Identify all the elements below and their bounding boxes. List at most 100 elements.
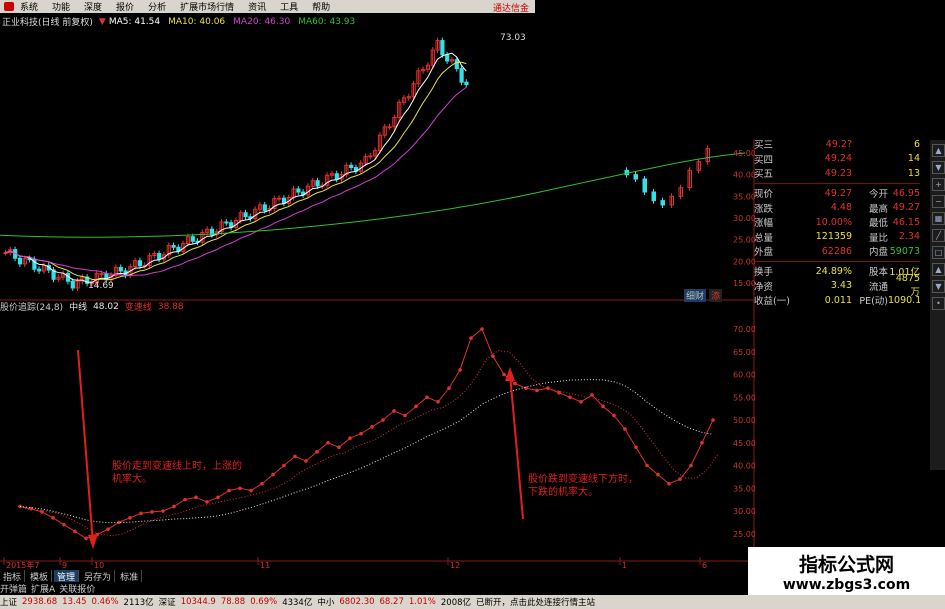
price-tick-label: 40.00 xyxy=(733,171,755,180)
price-trace-point xyxy=(227,488,231,493)
candle-body xyxy=(633,174,638,180)
sh-change: 13.45 xyxy=(62,597,87,607)
toolbar-up2-icon[interactable]: ▲ xyxy=(932,263,945,276)
quote-row-label: 涨幅 xyxy=(754,218,774,230)
price-trace-point xyxy=(194,495,198,500)
quote-row: 买四 49.24 14 xyxy=(754,152,920,167)
toolbar-minus-icon[interactable]: − xyxy=(932,195,945,208)
tab-standard[interactable]: 标准 xyxy=(117,570,143,583)
price-trace-point xyxy=(601,404,605,409)
tab-template[interactable]: 模板 xyxy=(27,570,53,583)
time-tick-label: 9 xyxy=(62,561,67,570)
toolbar-box-icon[interactable]: □ xyxy=(932,246,945,259)
quote-row-label: 收益(一) xyxy=(754,296,790,308)
menu-item-analysis[interactable]: 分析 xyxy=(148,0,166,13)
quote-row: 净资 3.43 流通 4875万 xyxy=(754,273,920,298)
toolbar-down-icon[interactable]: ▼ xyxy=(932,161,945,174)
connection-status[interactable]: 已断开，点击此处连接行情主站 xyxy=(476,596,595,608)
watermark: 指标公式网 www.zbgs3.com xyxy=(748,547,945,595)
price-trace-point xyxy=(612,413,616,418)
quote-fundamentals: 换手 24.89% 股本 1.01亿 净资 3.43 流通 4875万 收益(一) 0.011 PE… xyxy=(754,264,920,308)
finance-button[interactable]: 细财 xyxy=(684,289,707,302)
quote-row-label2: 内盘 xyxy=(868,247,888,259)
quote-row-label: 涨跌 xyxy=(754,203,774,215)
price-trace-point xyxy=(348,436,352,441)
sz-amount: 4334亿 xyxy=(282,598,313,608)
candle-body xyxy=(224,221,229,224)
indicator-tick-label: 25.00 xyxy=(733,530,755,539)
app-logo-icon xyxy=(4,2,14,11)
quote-row-value2: 49.27 xyxy=(892,202,920,214)
toolbar-up-icon[interactable]: ▲ xyxy=(932,144,945,157)
menu-item-quote[interactable]: 报价 xyxy=(116,0,134,13)
add-button[interactable]: 添 xyxy=(709,289,723,302)
brand-label: 通达信金 xyxy=(492,4,529,14)
down-arrow-icon: ▼ xyxy=(98,16,106,27)
price-trace-point xyxy=(590,393,594,397)
indicator-tick-label: 45.00 xyxy=(733,439,755,448)
price-trace-point xyxy=(161,509,165,513)
btn-open[interactable]: 开弹篇 xyxy=(0,582,27,595)
menu-item-ext-market[interactable]: 扩展市场行情 xyxy=(180,0,234,13)
price-trace-point xyxy=(634,445,638,450)
watermark-url: www.zbgs3.com xyxy=(782,576,911,593)
btn-ext-a[interactable]: 扩展A xyxy=(31,582,55,595)
annotation-right: 股价跌到变速线下方时，下跌的机率大。 xyxy=(528,474,638,498)
menu-item-help[interactable]: 帮助 xyxy=(312,0,330,13)
price-trace-point xyxy=(183,497,187,502)
candle-body xyxy=(387,126,392,129)
menu-bar: 系统 功能 深度 报价 分析 扩展市场行情 资讯 工具 帮助 通达信金 xyxy=(0,0,535,14)
toolbar-line-icon[interactable]: ╱ xyxy=(932,229,945,242)
time-tick-label: 12 xyxy=(450,561,460,570)
toolbar-down2-icon[interactable]: ▼ xyxy=(932,280,945,293)
btn-linked-quote[interactable]: 关联报价 xyxy=(59,582,95,595)
price-trace-point xyxy=(326,440,330,445)
candle-body xyxy=(660,200,665,206)
time-tick-label: 1 xyxy=(622,561,627,570)
price-tick-label: 25.00 xyxy=(733,236,755,245)
toolbar-plus-icon[interactable]: + xyxy=(932,178,945,191)
indicator-panel xyxy=(18,327,719,541)
tab-save-as[interactable]: 另存为 xyxy=(81,570,116,583)
toolbar-grid-icon[interactable]: ▦ xyxy=(932,212,945,225)
menu-item-tools[interactable]: 工具 xyxy=(280,0,298,13)
quote-row-value: 3.43 xyxy=(830,280,852,292)
candle-body xyxy=(651,191,656,202)
candle-body xyxy=(277,197,282,200)
low-price-label: 14.69 xyxy=(88,281,114,291)
sh-label: 上证 xyxy=(0,598,18,608)
price-axis: 45.00 40.00 35.00 30.00 25.00 20.00 15.00 xyxy=(733,149,755,288)
candle-body xyxy=(281,197,287,204)
ma5-line xyxy=(5,52,467,283)
mid-line xyxy=(19,379,714,524)
price-trace-point xyxy=(546,386,550,390)
quote-row-label2: 最高 xyxy=(868,203,888,215)
candle-body xyxy=(157,253,162,260)
price-trace-point xyxy=(205,500,209,504)
menu-item-news[interactable]: 资讯 xyxy=(248,0,266,13)
candle-body xyxy=(445,54,450,62)
quote-row: 收益(一) 0.011 PE(动) 1090.1 xyxy=(754,293,920,308)
quote-row-label: 净资 xyxy=(754,281,774,293)
tab-manage[interactable]: 管理 xyxy=(54,570,80,583)
menu-item-system[interactable]: 系统 xyxy=(20,0,38,13)
menu-item-function[interactable]: 功能 xyxy=(52,0,70,13)
order-book: 买三 49.2? 6 买四 49.24 14 买五 49.23 13 xyxy=(754,137,920,181)
tab-indicator[interactable]: 指标 xyxy=(0,570,26,583)
price-tick-label: 15.00 xyxy=(733,279,755,288)
indicator-tick-label: 30.00 xyxy=(733,507,755,516)
time-tick-label: 10 xyxy=(94,561,104,570)
toolbar-dot-icon[interactable]: • xyxy=(932,297,945,310)
high-price-label: 73.03 xyxy=(500,33,526,43)
quote-row-label: 买三 xyxy=(754,140,774,152)
menu-item-depth[interactable]: 深度 xyxy=(84,0,102,13)
candle-body xyxy=(171,244,176,248)
sz-change: 78.88 xyxy=(220,597,246,607)
annotation-arrow-right xyxy=(509,373,524,520)
quote-row-value2: 1090.1 xyxy=(888,294,920,306)
chart-title-bar: 正业科技(日线 前复权) ▼ MA5: 41.54 MA10: 40.06 MA… xyxy=(0,14,745,29)
candle-body xyxy=(118,266,123,272)
price-trace-point xyxy=(403,413,407,418)
price-trace-point xyxy=(139,511,143,516)
candle-body xyxy=(296,188,301,193)
